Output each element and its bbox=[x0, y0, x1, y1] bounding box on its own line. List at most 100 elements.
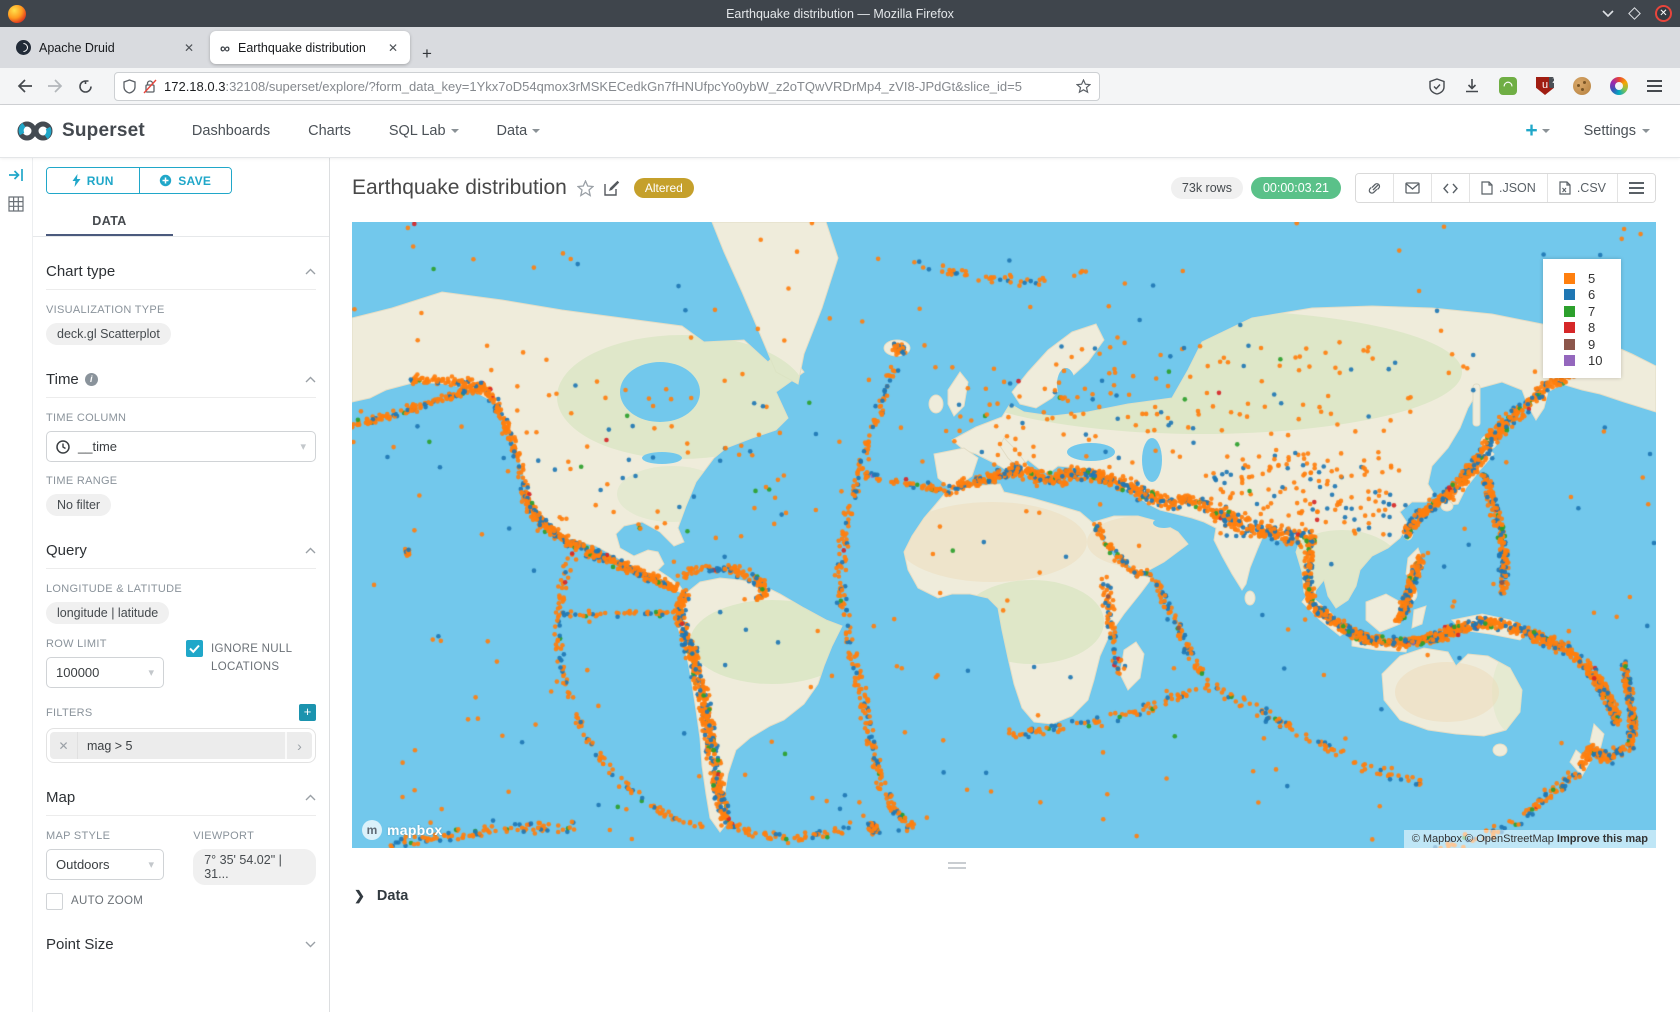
chart-title: Earthquake distribution bbox=[352, 176, 567, 200]
shield-icon[interactable] bbox=[123, 79, 136, 94]
chart-header: Earthquake distribution Altered 73k rows… bbox=[352, 170, 1656, 206]
deckgl-scatter-map[interactable]: 5678910 m mapbox © Mapbox © OpenStreetMa… bbox=[352, 222, 1656, 848]
map-style-select[interactable]: Outdoors ▾ bbox=[46, 849, 164, 880]
filter-expand-icon[interactable]: › bbox=[285, 732, 312, 759]
clock-icon bbox=[56, 440, 70, 454]
chevron-down-icon bbox=[532, 129, 540, 133]
section-header[interactable]: Chart type bbox=[46, 263, 316, 290]
chevron-down-icon: ▾ bbox=[148, 858, 154, 871]
reload-icon[interactable] bbox=[70, 79, 100, 94]
tab-apache-druid[interactable]: Apache Druid ✕ bbox=[6, 31, 206, 64]
ublock-icon[interactable]: u2 bbox=[1536, 77, 1554, 95]
altered-badge[interactable]: Altered bbox=[634, 178, 694, 198]
download-icon[interactable] bbox=[1464, 78, 1480, 94]
pinwheel-extension-icon[interactable] bbox=[1610, 77, 1628, 95]
legend-label: 7 bbox=[1588, 304, 1595, 319]
nav-dashboards[interactable]: Dashboards bbox=[192, 123, 270, 139]
legend-swatch bbox=[1564, 289, 1575, 300]
minimize-icon[interactable] bbox=[1602, 10, 1614, 18]
legend-swatch bbox=[1564, 355, 1575, 366]
info-icon: i bbox=[85, 373, 98, 386]
row-limit-select[interactable]: 100000 ▾ bbox=[46, 657, 164, 688]
tab-label: Earthquake distribution bbox=[238, 41, 378, 55]
chevron-down-icon bbox=[1542, 129, 1550, 133]
time-column-label: TIME COLUMN bbox=[46, 412, 316, 424]
mapbox-icon: m bbox=[362, 820, 382, 840]
nav-charts[interactable]: Charts bbox=[308, 123, 351, 139]
cookie-extension-icon[interactable] bbox=[1573, 77, 1591, 95]
favorite-star-icon[interactable] bbox=[577, 180, 594, 197]
chevron-right-icon: ❯ bbox=[354, 888, 365, 904]
forward-icon[interactable] bbox=[40, 79, 70, 93]
legend-label: 8 bbox=[1588, 320, 1595, 335]
section-time: Timei TIME COLUMN __time ▾ TIME RANGE No… bbox=[46, 371, 316, 516]
map-style-label: MAP STYLE bbox=[46, 830, 171, 842]
url-input[interactable]: 172.18.0.3:32108/superset/explore/?form_… bbox=[114, 72, 1100, 101]
nav-sql-lab[interactable]: SQL Lab bbox=[389, 123, 459, 139]
chevron-down-icon bbox=[305, 941, 316, 948]
export-json-button[interactable]: .JSON bbox=[1469, 174, 1547, 202]
chevron-down-icon: ▾ bbox=[300, 440, 306, 453]
time-column-select[interactable]: __time ▾ bbox=[46, 431, 316, 462]
time-range-label: TIME RANGE bbox=[46, 475, 316, 487]
edit-properties-icon[interactable] bbox=[604, 180, 620, 196]
section-header[interactable]: Timei bbox=[46, 371, 316, 398]
chevron-down-icon bbox=[451, 129, 459, 133]
back-icon[interactable] bbox=[10, 79, 40, 93]
section-header[interactable]: Point Size bbox=[46, 936, 316, 962]
legend-label: 9 bbox=[1588, 337, 1595, 352]
tab-data[interactable]: DATA bbox=[46, 208, 173, 236]
section-chart-type: Chart type VISUALIZATION TYPE deck.gl Sc… bbox=[46, 263, 316, 345]
filter-value[interactable]: mag > 5 bbox=[77, 732, 285, 759]
brand-name: Superset bbox=[62, 120, 145, 142]
mapbox-logo[interactable]: m mapbox bbox=[362, 820, 442, 840]
legend-swatch bbox=[1564, 273, 1575, 284]
close-icon[interactable]: ✕ bbox=[1655, 5, 1672, 22]
new-tab-button[interactable]: + bbox=[412, 44, 442, 68]
save-button[interactable]: SAVE bbox=[140, 168, 232, 193]
embed-code-button[interactable] bbox=[1431, 174, 1469, 202]
section-header[interactable]: Map bbox=[46, 789, 316, 816]
lonlat-value[interactable]: longitude | latitude bbox=[46, 602, 169, 624]
code-icon bbox=[1443, 183, 1458, 194]
browser-tabbar: Apache Druid ✕ ∞ Earthquake distribution… bbox=[0, 27, 1680, 68]
viz-type-value[interactable]: deck.gl Scatterplot bbox=[46, 323, 171, 345]
export-csv-button[interactable]: .CSV bbox=[1547, 174, 1617, 202]
expand-datasource-icon[interactable] bbox=[8, 168, 24, 182]
nav-data[interactable]: Data bbox=[497, 123, 541, 139]
time-range-value[interactable]: No filter bbox=[46, 494, 111, 516]
legend-label: 6 bbox=[1588, 287, 1595, 302]
chevron-up-icon bbox=[305, 547, 316, 554]
grid-icon[interactable] bbox=[8, 196, 24, 212]
tab-label: Apache Druid bbox=[39, 41, 174, 55]
chart-area: Earthquake distribution Altered 73k rows… bbox=[331, 158, 1680, 1012]
add-filter-button[interactable]: + bbox=[299, 704, 316, 721]
maximize-icon[interactable] bbox=[1628, 7, 1641, 20]
tab-close-icon[interactable]: ✕ bbox=[386, 41, 400, 55]
menu-icon[interactable] bbox=[1647, 80, 1662, 92]
protections-shield-icon[interactable] bbox=[1429, 78, 1445, 95]
add-new-button[interactable]: + bbox=[1525, 119, 1549, 143]
left-rail bbox=[0, 158, 33, 1012]
superset-logo[interactable]: Superset bbox=[16, 120, 145, 142]
section-header[interactable]: Query bbox=[46, 542, 316, 569]
ignore-null-checkbox[interactable] bbox=[186, 640, 203, 657]
violentmonkey-icon[interactable]: ◠ bbox=[1499, 77, 1517, 95]
superset-infinity-icon bbox=[16, 120, 54, 142]
email-button[interactable] bbox=[1393, 174, 1431, 202]
bookmark-star-icon[interactable] bbox=[1076, 79, 1091, 94]
tab-close-icon[interactable]: ✕ bbox=[182, 41, 196, 55]
remove-filter-icon[interactable]: ✕ bbox=[50, 732, 77, 759]
auto-zoom-checkbox[interactable] bbox=[46, 893, 63, 910]
data-panel-toggle[interactable]: ❯ Data bbox=[354, 888, 408, 904]
viewport-value[interactable]: 7° 35' 54.02" | 31... bbox=[193, 849, 316, 885]
run-button[interactable]: RUN bbox=[47, 168, 140, 193]
legend-swatch bbox=[1564, 339, 1575, 350]
chart-menu-button[interactable] bbox=[1617, 174, 1655, 202]
lock-disabled-icon[interactable] bbox=[143, 79, 157, 94]
settings-menu[interactable]: Settings bbox=[1584, 123, 1650, 139]
improve-map-link[interactable]: Improve this map bbox=[1557, 833, 1648, 845]
panel-resize-handle[interactable] bbox=[948, 862, 966, 869]
tab-earthquake-distribution[interactable]: ∞ Earthquake distribution ✕ bbox=[210, 31, 410, 64]
copy-link-button[interactable] bbox=[1356, 174, 1393, 202]
